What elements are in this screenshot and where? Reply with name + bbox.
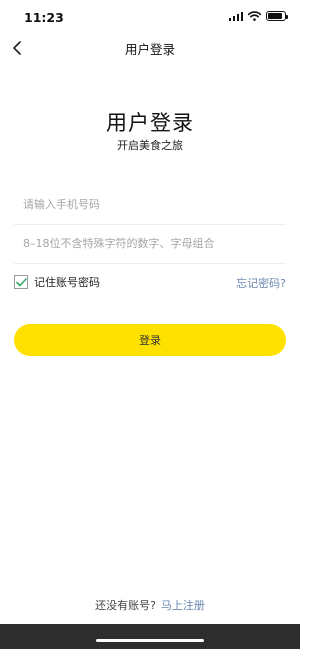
checkmark-icon [15,277,27,286]
password-field [14,223,286,264]
wifi-icon [248,11,261,21]
nav-title: 用户登录 [124,42,175,57]
phone-field [14,184,286,225]
nav-bar: 用户登录 [0,36,300,60]
checkbox-box[interactable] [14,275,28,289]
status-icons [228,11,288,21]
remember-label: 记住账号密码 [34,276,100,289]
battery-icon [266,11,288,21]
signal-icon [228,11,243,21]
signup-row: 还没有账号? 马上注册 [0,597,300,613]
signup-link[interactable]: 马上注册 [161,599,205,612]
page-title: 用户登录 [106,111,194,135]
forgot-password-link[interactable]: 忘记密码? [236,275,286,291]
login-button[interactable]: 登录 [14,324,286,356]
signup-prompt: 还没有账号? [95,599,156,612]
page-subtitle: 开启美食之旅 [117,139,183,152]
status-time: 11:23 [24,10,64,25]
bottom-bar [0,624,300,649]
password-input[interactable] [14,223,286,263]
status-bar: 11:23 [0,0,300,36]
phone-input[interactable] [14,184,286,224]
home-indicator[interactable] [96,639,204,642]
remember-checkbox[interactable]: 记住账号密码 [14,274,100,290]
